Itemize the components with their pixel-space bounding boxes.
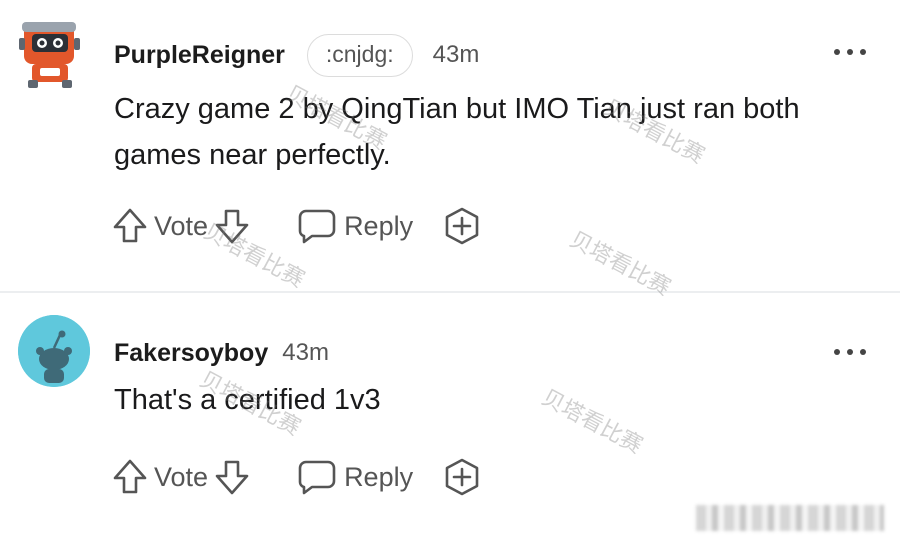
comment-1: PurpleReigner :cnjdg: 43m Crazy game 2 b… bbox=[0, 0, 900, 292]
timestamp: 43m bbox=[432, 41, 480, 68]
reply-button[interactable]: Reply bbox=[298, 208, 413, 244]
upvote-icon[interactable] bbox=[112, 207, 148, 245]
username[interactable]: PurpleReigner bbox=[114, 41, 285, 70]
reply-icon bbox=[298, 209, 336, 244]
blurred-source-tag bbox=[696, 505, 884, 531]
comment-body: Crazy game 2 by QingTian but IMO Tian ju… bbox=[114, 93, 800, 171]
user-avatar[interactable] bbox=[18, 18, 82, 90]
comment-header: PurpleReigner :cnjdg: 43m bbox=[114, 32, 479, 78]
award-button[interactable] bbox=[443, 207, 481, 245]
vote-label: Vote bbox=[154, 210, 209, 241]
downvote-icon[interactable] bbox=[214, 207, 250, 245]
downvote-icon[interactable] bbox=[214, 458, 250, 496]
award-button[interactable] bbox=[443, 458, 481, 496]
comment-actions: Vote Reply bbox=[112, 204, 481, 248]
comment-body: That's a certified 1v3 bbox=[114, 384, 381, 416]
username[interactable]: Fakersoyboy bbox=[114, 339, 268, 368]
comment-actions: Vote Reply bbox=[112, 455, 481, 499]
vote-label: Vote bbox=[154, 461, 209, 492]
reply-icon bbox=[298, 460, 336, 495]
upvote-icon[interactable] bbox=[112, 458, 148, 496]
comment-header: Fakersoyboy 43m bbox=[114, 333, 329, 373]
award-plus-icon bbox=[445, 207, 479, 245]
reply-label: Reply bbox=[344, 461, 414, 492]
vote-group: Vote bbox=[112, 207, 250, 245]
reply-button[interactable]: Reply bbox=[298, 459, 413, 495]
user-flair: :cnjdg: bbox=[306, 33, 413, 77]
more-options-icon[interactable] bbox=[834, 347, 866, 357]
user-avatar[interactable] bbox=[18, 315, 90, 387]
timestamp: 43m bbox=[282, 339, 329, 366]
reply-label: Reply bbox=[344, 210, 414, 241]
award-plus-icon bbox=[445, 458, 479, 496]
snoo-avatar-icon bbox=[18, 315, 90, 387]
vote-group: Vote bbox=[112, 458, 250, 496]
robot-avatar-icon bbox=[19, 22, 80, 88]
more-options-icon[interactable] bbox=[834, 47, 866, 57]
